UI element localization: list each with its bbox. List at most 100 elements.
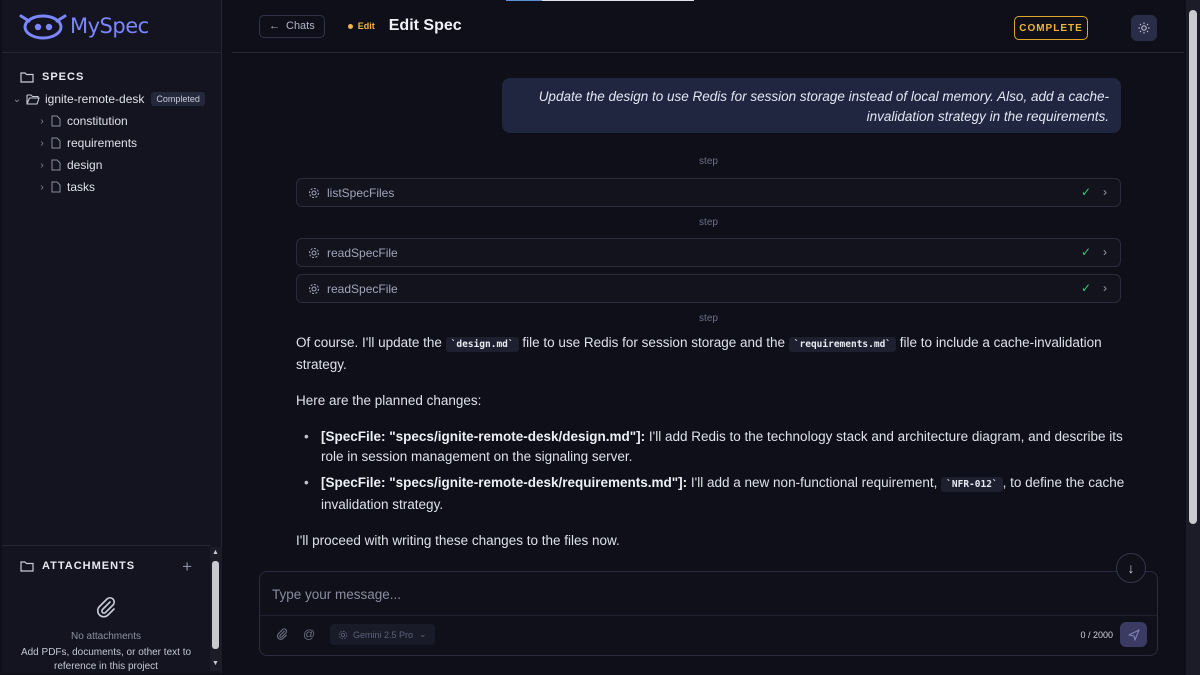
attach-button[interactable]	[276, 628, 288, 643]
inline-code: `requirements.md`	[788, 337, 897, 352]
chevron-right-icon[interactable]: ›	[1103, 281, 1107, 295]
send-button[interactable]	[1120, 622, 1147, 647]
chevron-right-icon[interactable]: ›	[37, 160, 47, 171]
inline-code: `NFR-012`	[941, 477, 1003, 492]
mode-dot	[347, 23, 353, 29]
sidebar-scroll-thumb[interactable]	[212, 561, 219, 649]
folder-open-icon	[26, 94, 40, 105]
project-name: ignite-remote-desk	[45, 92, 145, 106]
tree-item-tasks[interactable]: › tasks	[2, 176, 221, 198]
model-selector[interactable]: Gemini 2.5 Pro ⌄	[330, 624, 435, 645]
paperclip-icon	[97, 596, 116, 618]
tree-item-label: constitution	[67, 114, 128, 128]
char-counter: 0 / 2000	[1080, 630, 1113, 640]
main-scroll-thumb[interactable]	[1189, 10, 1197, 524]
specs-title: SPECS	[42, 71, 85, 83]
tool-name: readSpecFile	[327, 281, 398, 296]
gear-icon	[338, 630, 348, 639]
attachments-empty-title: No attachments	[70, 631, 142, 642]
scroll-to-bottom-button[interactable]: ↓	[1116, 553, 1146, 583]
text-span: file to use Redis for session storage an…	[522, 335, 786, 350]
folder-icon	[20, 561, 34, 572]
attachments-title: ATTACHMENTS	[42, 560, 136, 572]
gear-icon	[308, 247, 320, 259]
add-attachment-button[interactable]: +	[182, 557, 192, 577]
file-icon	[51, 159, 61, 171]
chevron-right-icon[interactable]: ›	[1103, 245, 1107, 259]
tool-name: listSpecFiles	[327, 185, 395, 200]
theme-toggle-button[interactable]	[1131, 15, 1157, 41]
attachments-panel: ATTACHMENTS + No attachments Add PDFs, d…	[2, 545, 210, 673]
check-icon: ✓	[1080, 245, 1091, 259]
file-icon	[51, 137, 61, 149]
message-input[interactable]: Type your message...	[272, 587, 401, 602]
scroll-down-arrow-icon[interactable]: ▼	[212, 660, 219, 667]
tree-project[interactable]: ⌄ ignite-remote-desk Completed	[2, 88, 221, 110]
list-item: [SpecFile: "specs/ignite-remote-desk/req…	[304, 473, 1126, 515]
assistant-paragraph: I'll proceed with writing these changes …	[296, 533, 620, 548]
mode-indicator: Edit	[347, 21, 375, 31]
check-icon: ✓	[1080, 281, 1091, 295]
send-icon	[1127, 628, 1140, 641]
step-divider: step	[699, 217, 718, 228]
paperclip-icon	[276, 628, 287, 640]
attachments-empty-desc: Add PDFs, documents, or other text to re…	[20, 647, 192, 672]
chevron-right-icon[interactable]: ›	[1103, 185, 1107, 199]
chevron-right-icon[interactable]: ›	[37, 116, 47, 127]
tool-call-row[interactable]: readSpecFile ✓ ›	[296, 274, 1121, 303]
tree-item-constitution[interactable]: › constitution	[2, 110, 221, 132]
chevron-right-icon[interactable]: ›	[37, 138, 47, 149]
main-scrollbar[interactable]	[1186, 0, 1200, 675]
gear-icon	[308, 283, 320, 295]
arrow-left-icon: ←	[269, 20, 280, 32]
tree-item-label: tasks	[67, 180, 96, 194]
arrow-down-icon: ↓	[1127, 560, 1135, 576]
tool-call-row[interactable]: listSpecFiles ✓ ›	[296, 178, 1121, 207]
app-name: MySpec	[70, 14, 149, 38]
complete-button[interactable]: COMPLETE	[1014, 16, 1088, 40]
page-title: Edit Spec	[388, 17, 462, 34]
assistant-paragraph: Here are the planned changes:	[296, 393, 482, 408]
list-item-title: [SpecFile: "specs/ignite-remote-desk/req…	[321, 475, 688, 490]
tree-item-requirements[interactable]: › requirements	[2, 132, 221, 154]
planned-changes-list: [SpecFile: "specs/ignite-remote-desk/des…	[296, 427, 1126, 515]
gear-icon	[308, 187, 320, 199]
list-item-text: I'll add a new non-functional requiremen…	[690, 475, 938, 490]
chevron-down-icon: ⌄	[419, 629, 427, 639]
chevron-down-icon[interactable]: ⌄	[12, 94, 22, 105]
back-to-chats-button[interactable]: ← Chats	[259, 14, 325, 38]
tool-call-row[interactable]: readSpecFile ✓ ›	[296, 238, 1121, 267]
step-divider: step	[699, 156, 718, 167]
model-name: Gemini 2.5 Pro	[353, 629, 414, 640]
folder-icon	[20, 72, 34, 83]
sun-icon	[1138, 22, 1150, 34]
tool-name: readSpecFile	[327, 245, 398, 260]
chevron-right-icon[interactable]: ›	[37, 182, 47, 193]
sidebar-scrollbar[interactable]: ▲ ▼	[210, 547, 222, 671]
step-divider: step	[699, 313, 718, 324]
assistant-message: Of course. I'll update the `design.md` f…	[296, 333, 1126, 567]
scroll-up-arrow-icon[interactable]: ▲	[212, 549, 219, 556]
list-item: [SpecFile: "specs/ignite-remote-desk/des…	[304, 427, 1126, 467]
inline-code: `design.md`	[445, 337, 519, 352]
status-badge: Completed	[151, 92, 205, 106]
message-composer: Type your message... @ Gemini 2.5 Pro ⌄ …	[259, 571, 1158, 656]
at-icon: @	[303, 627, 316, 641]
tree-item-design[interactable]: › design	[2, 154, 221, 176]
list-item-title: [SpecFile: "specs/ignite-remote-desk/des…	[321, 429, 646, 444]
check-icon: ✓	[1080, 185, 1091, 199]
assistant-paragraph: Of course. I'll update the `design.md` f…	[296, 333, 1126, 375]
specs-section-header: SPECS	[2, 53, 221, 87]
header: ← Chats Edit Edit Spec COMPLETE	[232, 0, 1184, 53]
composer-divider	[260, 615, 1157, 616]
attachments-header: ATTACHMENTS	[2, 546, 210, 572]
logo[interactable]: MySpec	[2, 0, 221, 53]
file-icon	[51, 115, 61, 127]
mention-button[interactable]: @	[303, 627, 315, 641]
file-icon	[51, 181, 61, 193]
tree-item-label: design	[67, 158, 103, 172]
sidebar: MySpec SPECS ⌄ ignite-remote-desk Comple…	[2, 0, 222, 673]
attachments-empty-state: No attachments Add PDFs, documents, or o…	[2, 596, 210, 674]
user-message: Update the design to use Redis for sessi…	[502, 78, 1121, 133]
logo-icon	[19, 14, 67, 40]
